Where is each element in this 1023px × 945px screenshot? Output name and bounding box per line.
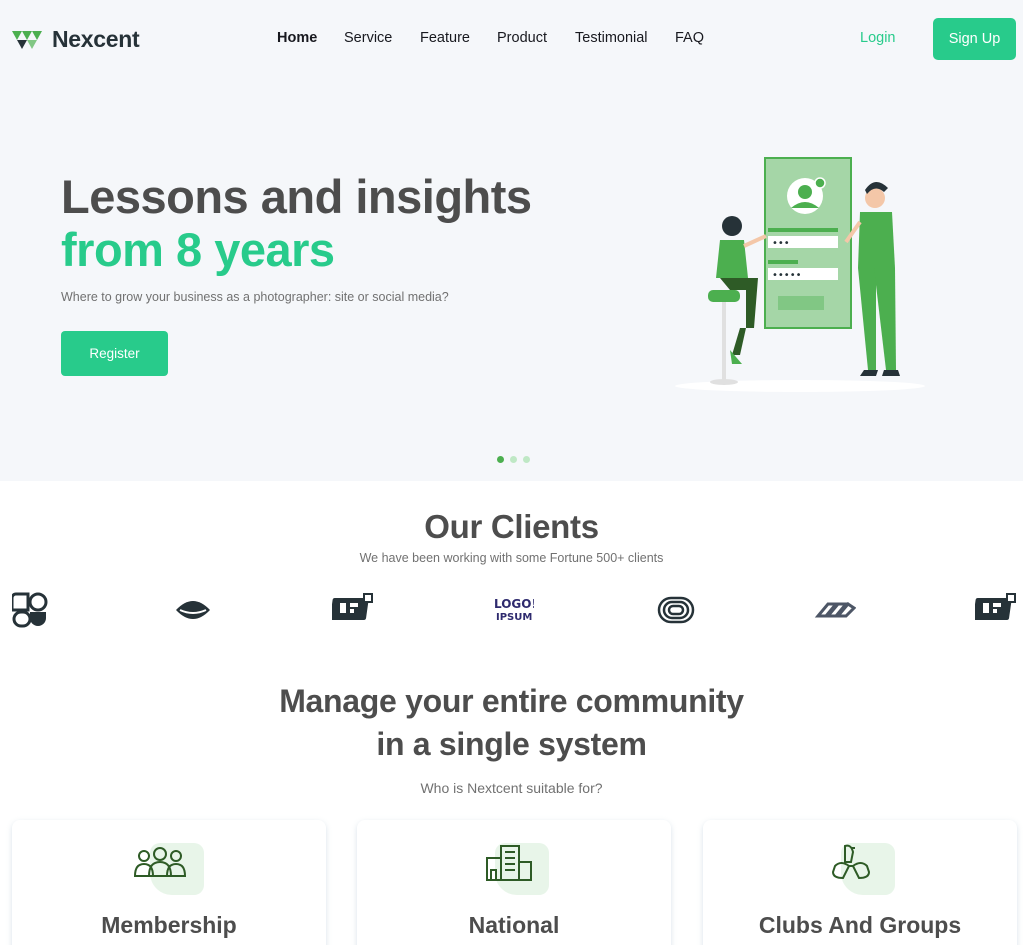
- svg-text:•••••: •••••: [772, 270, 802, 281]
- nav-testimonial[interactable]: Testimonial: [575, 30, 675, 46]
- nav-service[interactable]: Service: [344, 30, 420, 46]
- card-membership[interactable]: Membership: [12, 820, 326, 945]
- svg-text:LOGO!: LOGO!: [494, 597, 534, 611]
- brand-logo[interactable]: Nexcent: [12, 26, 140, 53]
- hands-icon: [831, 844, 871, 880]
- card-clubs-and-groups[interactable]: Clubs And Groups: [703, 820, 1017, 945]
- nav-feature[interactable]: Feature: [420, 30, 497, 46]
- card-title: Membership: [101, 912, 237, 938]
- hero-illustration: ••• •••••: [675, 157, 925, 392]
- nav-product[interactable]: Product: [497, 30, 575, 46]
- client-logo-3: [332, 593, 373, 620]
- nav-home[interactable]: Home: [277, 30, 344, 46]
- card-title: Clubs And Groups: [758, 912, 962, 938]
- client-logo-7: [975, 593, 1016, 620]
- community-subtitle: Who is Nextcent suitable for?: [420, 780, 603, 796]
- signup-button[interactable]: Sign Up: [933, 18, 1016, 60]
- community-title: Manage your entire community in a single…: [0, 680, 1023, 766]
- card-national[interactable]: National: [357, 820, 671, 945]
- register-button[interactable]: Register: [61, 331, 168, 376]
- hero-title-line2: from 8 years: [61, 223, 335, 276]
- logo-icon: [12, 30, 42, 49]
- building-icon: [486, 845, 532, 881]
- client-logo-2: [176, 601, 210, 619]
- svg-text:•••: •••: [772, 238, 790, 249]
- hero-subtitle: Where to grow your business as a photogr…: [61, 290, 449, 304]
- client-logo-6: [814, 602, 856, 618]
- nav-faq[interactable]: FAQ: [675, 30, 704, 46]
- main-nav: Home Service Feature Product Testimonial…: [277, 30, 704, 46]
- client-logo-4: LOGO! IPSUM: [494, 597, 534, 623]
- carousel-dot-1[interactable]: [497, 456, 504, 463]
- hero-title-line1: Lessons and insights: [61, 170, 532, 223]
- client-logo-5: [657, 596, 695, 624]
- carousel-dots: [497, 456, 530, 463]
- clients-title: Our Clients: [424, 508, 599, 545]
- users-icon: [133, 847, 187, 877]
- login-link[interactable]: Login: [860, 30, 895, 46]
- site-header: Nexcent Home Service Feature Product Tes…: [0, 0, 1023, 78]
- clients-subtitle: We have been working with some Fortune 5…: [359, 551, 664, 565]
- hero-section: Lessons and insights from 8 years Where …: [0, 78, 1023, 481]
- brand-name: Nexcent: [52, 26, 140, 52]
- carousel-dot-3[interactable]: [523, 456, 530, 463]
- client-logo-1: [12, 592, 48, 628]
- carousel-dot-2[interactable]: [510, 456, 517, 463]
- community-title-line2: in a single system: [376, 726, 647, 762]
- hero-title: Lessons and insights from 8 years: [61, 170, 532, 276]
- svg-text:IPSUM: IPSUM: [496, 612, 532, 623]
- community-title-line1: Manage your entire community: [279, 683, 744, 719]
- card-title: National: [468, 912, 560, 938]
